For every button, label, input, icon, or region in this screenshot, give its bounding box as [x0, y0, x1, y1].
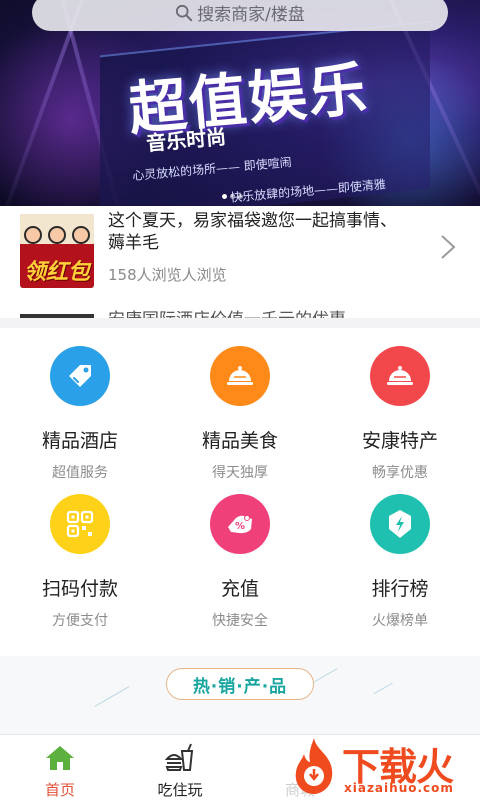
service-icon-circle [50, 494, 110, 554]
decor-line [373, 682, 393, 695]
pager-dot[interactable] [222, 194, 227, 199]
qr-code-icon [66, 510, 94, 538]
service-specialty[interactable]: 安康特产 畅享优惠 [320, 328, 480, 481]
pager-dot[interactable] [238, 194, 243, 199]
service-icon-circle [370, 494, 430, 554]
drink-burger-icon [164, 743, 194, 771]
watermark-logo: 下载火 xiazaihuo.com [282, 734, 478, 800]
service-subtitle: 火爆榜单 [372, 613, 428, 629]
news-view-count: 158人浏览人浏览 [108, 266, 227, 284]
news-title[interactable]: 安康国际酒店价值一千元的优惠 [108, 309, 408, 318]
avatar-face [24, 226, 42, 244]
news-title[interactable]: 这个夏天，易家福袋邀您一起搞事情、薅羊毛 [108, 210, 408, 254]
tab-label: 首页 [44, 781, 75, 799]
service-icon-circle [370, 346, 430, 406]
service-subtitle: 方便支付 [52, 613, 108, 629]
search-icon [176, 4, 193, 21]
tag-icon [69, 365, 91, 387]
service-scan-pay[interactable]: 扫码付款 方便支付 [0, 476, 160, 629]
pager-dot[interactable] [230, 194, 235, 199]
service-recharge[interactable]: % 充值 快捷安全 [160, 476, 320, 629]
hot-products-title: 热·销·产·品 [166, 668, 314, 700]
service-ranking[interactable]: 排行榜 火爆榜单 [320, 476, 480, 629]
service-hotel[interactable]: 精品酒店 超值服务 [0, 328, 160, 481]
tab-label: 吃住玩 [157, 781, 203, 799]
avatar-face [48, 226, 66, 244]
flame-logo-icon [295, 738, 333, 794]
service-subtitle: 快捷安全 [212, 613, 268, 629]
section-divider [0, 318, 480, 328]
watermark-url: xiazaihuo.com [344, 781, 454, 795]
service-grid: 精品酒店 超值服务 精品美食 得天独厚 安康特产 畅享优惠 扫码付款 方便支付 … [0, 328, 480, 656]
service-label: 扫码付款 [41, 578, 118, 600]
service-label: 排行榜 [371, 578, 429, 600]
discount-wallet-icon: % [228, 515, 252, 534]
tab-eat-stay-play[interactable]: 吃住玩 [120, 735, 240, 800]
service-icon-circle: % [210, 494, 270, 554]
thumbnail-text: 领红包 [23, 260, 90, 285]
hot-products-section: 热·销·产·品 [0, 656, 480, 734]
home-icon [46, 746, 74, 770]
service-label: 安康特产 [361, 430, 438, 452]
search-placeholder: 搜索商家/楼盘 [197, 5, 305, 25]
app-screen: 超值娱乐 音乐时尚 心灵放松的场所—— 即使喧闹 快乐放肆的场地——即使清雅 搜… [0, 0, 480, 800]
chevron-right-icon[interactable] [438, 234, 458, 260]
news-thumbnail[interactable]: 领红包 [20, 214, 94, 288]
search-bar[interactable]: 搜索商家/楼盘 [32, 0, 448, 31]
service-label: 精品酒店 [41, 430, 118, 452]
decor-line [94, 686, 130, 707]
svg-text:%: % [235, 521, 245, 532]
service-label: 精品美食 [201, 430, 278, 452]
banner-pager[interactable] [222, 184, 262, 199]
lightning-icon [389, 510, 411, 538]
hot-products-label: 热·销·产·品 [192, 676, 288, 697]
service-icon-circle [50, 346, 110, 406]
service-label: 充值 [220, 578, 259, 600]
food-cover-icon [227, 366, 253, 385]
avatar-face [72, 226, 90, 244]
news-list: 领红包 这个夏天，易家福袋邀您一起搞事情、薅羊毛 158人浏览人浏览 安康国际酒… [0, 206, 480, 318]
tab-home[interactable]: 首页 [0, 735, 120, 800]
service-food[interactable]: 精品美食 得天独厚 [160, 328, 320, 481]
food-cover-icon [387, 366, 413, 385]
service-icon-circle [210, 346, 270, 406]
